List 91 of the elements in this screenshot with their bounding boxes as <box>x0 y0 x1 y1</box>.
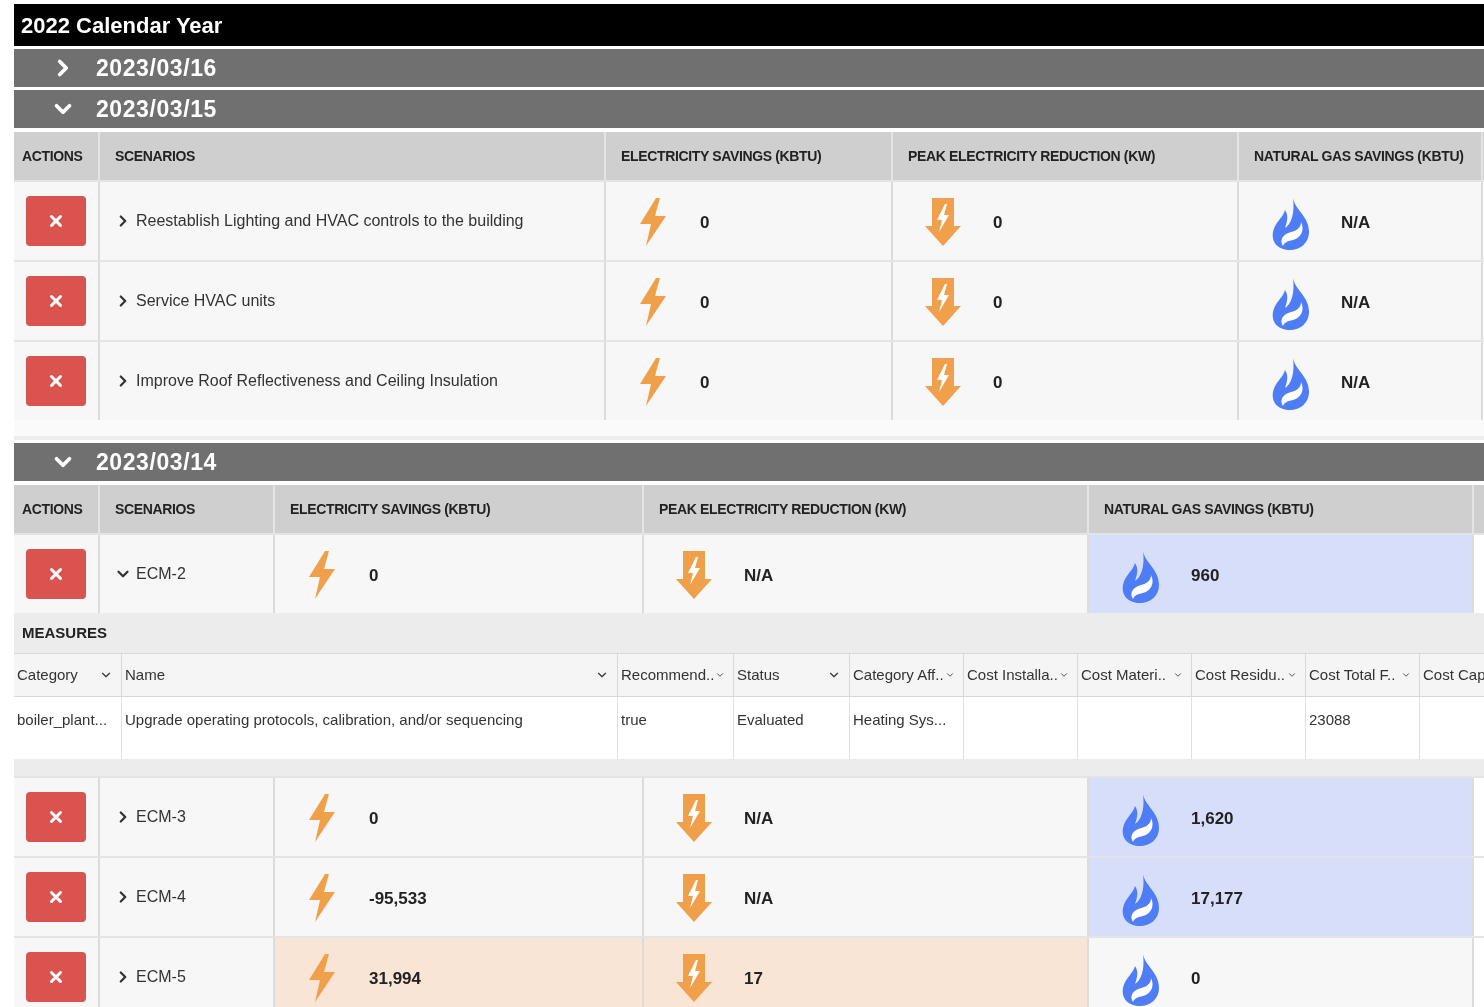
lightning-bolt-icon <box>307 954 337 1002</box>
lightning-bolt-icon <box>638 198 668 246</box>
close-icon <box>47 565 65 583</box>
down-arrow-bolt-icon <box>925 198 961 246</box>
column-header: NATURAL GAS SAVINGS (KBTU) <box>1239 132 1483 180</box>
metric-value: N/A <box>744 565 774 587</box>
close-icon <box>47 808 65 826</box>
date-group-header[interactable]: 2023/03/15 <box>14 90 1484 128</box>
flame-icon <box>1121 794 1159 846</box>
column-header: NATURAL GAS SAVINGS (KBTU) <box>1089 485 1474 533</box>
down-arrow-bolt-icon <box>925 358 961 406</box>
metric-value: 960 <box>1191 565 1220 587</box>
down-arrow-bolt-icon <box>676 954 712 1002</box>
column-header: ELECTRICITY SAVINGS (KBTU) <box>275 485 644 533</box>
column-header[interactable]: Category <box>14 654 122 696</box>
scenario-toggle[interactable]: ECM-4 <box>114 885 186 909</box>
metric-value: 0 <box>369 808 379 830</box>
column-header: SCENARIOS <box>100 132 606 180</box>
scenario-toggle[interactable]: ECM-5 <box>114 965 186 989</box>
delete-button[interactable] <box>26 196 86 246</box>
delete-button[interactable] <box>26 792 86 842</box>
column-header[interactable]: Cost Cap <box>1420 654 1484 696</box>
down-arrow-bolt-icon <box>925 278 961 326</box>
down-arrow-bolt-icon <box>676 551 712 599</box>
metric-value: -95,533 <box>369 888 427 910</box>
close-icon <box>47 372 65 390</box>
down-arrow-bolt-icon <box>676 874 712 922</box>
flame-icon <box>1121 874 1159 926</box>
metric-value: 0 <box>700 372 710 394</box>
column-header: ACTIONS <box>14 132 100 180</box>
metric-value: 0 <box>700 212 710 234</box>
metric-value: 0 <box>369 565 379 587</box>
column-header: ELECTRICITY SAVINGS (KBTU) <box>606 132 893 180</box>
metric-value: N/A <box>744 888 774 910</box>
metric-value: 1,620 <box>1191 808 1234 830</box>
metric-value: 0 <box>700 292 710 314</box>
metric-value: N/A <box>1341 292 1371 314</box>
column-header: ACTIONS <box>14 485 100 533</box>
lightning-bolt-icon <box>307 794 337 842</box>
column-header: SCENARIOS <box>100 485 275 533</box>
flame-icon <box>1271 358 1309 410</box>
close-icon <box>47 968 65 986</box>
column-header[interactable]: Category Aff.. <box>850 654 964 696</box>
delete-button[interactable] <box>26 276 86 326</box>
scenario-toggle[interactable]: Service HVAC units <box>114 289 276 313</box>
delete-button[interactable] <box>26 356 86 406</box>
flame-icon <box>1271 278 1309 330</box>
filter-icon[interactable] <box>1287 670 1297 680</box>
lightning-bolt-icon <box>638 358 668 406</box>
close-icon <box>47 888 65 906</box>
metric-value: 31,994 <box>369 968 421 990</box>
metric-value: 0 <box>993 372 1003 394</box>
column-header[interactable]: Status <box>734 654 850 696</box>
metric-value: 17,177 <box>1191 888 1243 910</box>
page-title: 2022 Calendar Year <box>14 4 1484 46</box>
column-header: PEAK ELECTRICITY REDUCTION (KW) <box>893 132 1239 180</box>
lightning-bolt-icon <box>638 278 668 326</box>
flame-icon <box>1271 198 1309 250</box>
delete-button[interactable] <box>26 872 86 922</box>
down-arrow-bolt-icon <box>676 794 712 842</box>
delete-button[interactable] <box>26 952 86 1002</box>
metric-value: 0 <box>993 292 1003 314</box>
column-header: PEAK ELECTRICITY REDUCTION (KW) <box>644 485 1089 533</box>
date-group-header[interactable]: 2023/03/16 <box>14 49 1484 87</box>
column-header[interactable]: Cost Installa.. <box>964 654 1078 696</box>
filter-icon[interactable] <box>715 670 725 680</box>
delete-button[interactable] <box>26 549 86 599</box>
filter-icon[interactable] <box>1059 670 1069 680</box>
filter-icon[interactable] <box>1401 670 1411 680</box>
metric-value: 0 <box>1191 968 1201 990</box>
flame-icon <box>1121 551 1159 603</box>
column-header[interactable]: Cost Materi.. <box>1078 654 1192 696</box>
close-icon <box>47 292 65 310</box>
scenario-toggle[interactable]: ECM-3 <box>114 805 186 829</box>
scenario-toggle[interactable]: ECM-2 <box>114 562 186 586</box>
column-header[interactable]: Name <box>122 654 618 696</box>
measures-label: MEASURES <box>14 613 1484 653</box>
metric-value: N/A <box>744 808 774 830</box>
metric-value: N/A <box>1341 372 1371 394</box>
metric-value: 17 <box>744 968 763 990</box>
filter-icon[interactable] <box>945 670 955 680</box>
column-header[interactable]: Cost Total F.. <box>1306 654 1420 696</box>
metric-value: 0 <box>993 212 1003 234</box>
filter-icon[interactable] <box>1173 670 1183 680</box>
date-group-header[interactable]: 2023/03/14 <box>14 443 1484 481</box>
lightning-bolt-icon <box>307 551 337 599</box>
close-icon <box>47 212 65 230</box>
column-header[interactable]: Recommend.. <box>618 654 734 696</box>
metric-value: N/A <box>1341 212 1371 234</box>
column-header[interactable]: Cost Residu.. <box>1192 654 1306 696</box>
lightning-bolt-icon <box>307 874 337 922</box>
